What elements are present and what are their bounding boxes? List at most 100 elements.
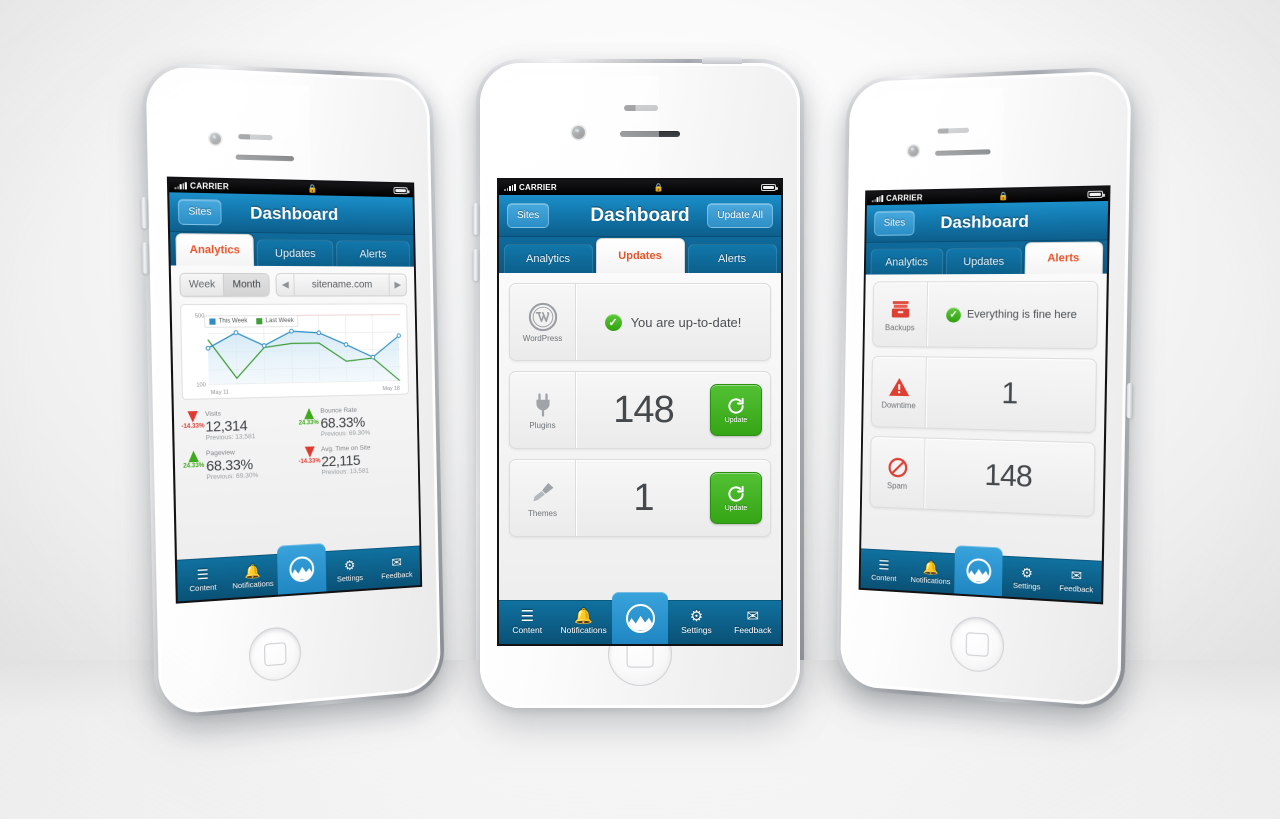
arrow-up-icon <box>188 450 199 462</box>
update-plugins-button[interactable]: Update <box>710 384 762 436</box>
bell-icon: 🔔 <box>244 562 262 579</box>
tabbar-item-settings[interactable]: ⚙ Settings <box>1002 557 1052 600</box>
tabbar-label-settings: Settings <box>1012 580 1041 591</box>
tab-alerts[interactable]: Alerts <box>687 244 777 273</box>
svg-text:May 18: May 18 <box>383 386 400 392</box>
status-bar: CARRIER 🔒 <box>499 180 781 195</box>
tabbar-item-settings[interactable]: ⚙ Settings <box>668 601 724 644</box>
update-themes-button[interactable]: Update <box>710 472 762 524</box>
gear-icon: ⚙ <box>689 608 704 625</box>
metric-change-indicator: 24.33% <box>299 407 319 426</box>
dashboard-drop-icon <box>289 555 315 583</box>
range-month[interactable]: Month <box>224 273 270 296</box>
tabbar-item-feedback[interactable]: ✉ Feedback <box>373 547 420 589</box>
volume-down-button[interactable] <box>141 242 149 274</box>
tab-updates[interactable]: Updates <box>595 238 685 273</box>
metric-pageview[interactable]: 24.33% Pageview 68.33% Previous: 69.30% <box>183 443 300 487</box>
plugins-icon-cell: Plugins <box>510 372 576 448</box>
metric-change-value: -14.33% <box>298 458 321 465</box>
tabbar-item-content[interactable]: ☰ Content <box>177 558 228 602</box>
spam-icon-cell: Spam <box>870 436 926 509</box>
tab-alerts[interactable]: Alerts <box>1024 241 1103 274</box>
dashboard-drop-icon <box>625 603 655 633</box>
analytics-content: Week Month ◀ sitename.com ▶ 500 100 May … <box>170 265 420 560</box>
chevron-right-icon[interactable]: ▶ <box>390 275 407 296</box>
tabbar-item-dashboard[interactable] <box>276 542 327 595</box>
themes-icon-cell: Themes <box>510 460 576 536</box>
chart-legend: This Week Last Week <box>204 314 299 328</box>
tabbar-item-dashboard[interactable] <box>953 545 1003 597</box>
tab-strip: Analytics Updates Alerts <box>170 232 414 267</box>
legend-label-this-week: This Week <box>218 318 248 325</box>
update-button-label: Update <box>724 505 748 512</box>
metric-change-indicator: 24.33% <box>183 450 204 469</box>
tab-alerts[interactable]: Alerts <box>335 240 410 267</box>
update-row-wordpress[interactable]: WordPress ✓ You are up-to-date! <box>509 283 771 361</box>
envelope-icon: ✉ <box>1070 566 1083 583</box>
tabbar-label-feedback: Feedback <box>734 625 772 635</box>
content-icon: ☰ <box>196 565 209 582</box>
metric-change-indicator: -14.33% <box>298 446 321 465</box>
refresh-icon <box>728 397 744 414</box>
updates-content: WordPress ✓ You are up-to-date! Plugins … <box>499 273 781 600</box>
nav-bar: Sites Dashboard <box>866 200 1109 243</box>
alert-row-downtime[interactable]: Downtime 1 <box>870 355 1098 434</box>
tabbar-label-feedback: Feedback <box>381 569 413 581</box>
analytics-controls: Week Month ◀ sitename.com ▶ <box>179 272 407 297</box>
carrier-label: CARRIER <box>518 183 557 192</box>
proximity-sensor <box>238 133 273 141</box>
chevron-left-icon[interactable]: ◀ <box>277 274 294 295</box>
tabbar-item-notifications[interactable]: 🔔 Notifications <box>907 552 955 594</box>
tabbar-item-dashboard[interactable] <box>611 592 669 644</box>
metric-change-indicator: -14.33% <box>181 410 205 430</box>
update-all-button[interactable]: Update All <box>707 203 773 228</box>
volume-up-button[interactable] <box>473 203 479 235</box>
lock-icon: 🔒 <box>653 183 664 192</box>
site-selector[interactable]: ◀ sitename.com ▶ <box>275 273 407 297</box>
carrier-label: CARRIER <box>885 193 923 203</box>
tab-updates[interactable]: Updates <box>946 247 1022 275</box>
range-segmented-control[interactable]: Week Month <box>179 272 271 297</box>
themes-count: 1 <box>633 476 654 519</box>
tabbar-item-feedback[interactable]: ✉ Feedback <box>725 601 781 644</box>
tabbar-label-feedback: Feedback <box>1059 582 1094 594</box>
status-message: Everything is fine here <box>966 308 1078 322</box>
phone-center-updates: CARRIER 🔒 Sites Dashboard Update All Ana… <box>473 57 804 712</box>
tab-analytics[interactable]: Analytics <box>870 248 944 275</box>
tab-updates[interactable]: Updates <box>256 239 334 267</box>
sites-button[interactable]: Sites <box>874 210 916 236</box>
content-icon: ☰ <box>878 556 890 573</box>
metric-bounce-rate[interactable]: 24.33% Bounce Rate 68.33% Previous: 69.3… <box>298 401 409 442</box>
power-button[interactable] <box>702 57 742 64</box>
plugins-count: 148 <box>613 388 674 431</box>
tabbar-item-content[interactable]: ☰ Content <box>860 549 907 590</box>
metric-avg-time-on-site[interactable]: -14.33% Avg. Time on Site 22,115 Previou… <box>298 439 410 481</box>
tabbar-item-notifications[interactable]: 🔔 Notifications <box>555 601 611 644</box>
tabbar-item-settings[interactable]: ⚙ Settings <box>326 549 374 591</box>
alert-row-spam[interactable]: Spam 148 <box>869 435 1096 517</box>
tabbar-label-content: Content <box>189 581 217 593</box>
arrow-down-icon <box>304 446 315 458</box>
volume-up-button[interactable] <box>140 196 148 229</box>
tab-analytics[interactable]: Analytics <box>503 244 593 273</box>
metric-visits[interactable]: -14.33% Visits 12,314 Previous: 13,581 <box>181 404 299 447</box>
tabbar-item-feedback[interactable]: ✉ Feedback <box>1051 559 1102 602</box>
warning-triangle-icon <box>888 377 910 396</box>
wordpress-icon <box>528 302 557 331</box>
side-button[interactable] <box>1126 382 1134 419</box>
tabbar-item-content[interactable]: ☰ Content <box>499 601 555 644</box>
tabbar-item-notifications[interactable]: 🔔 Notifications <box>228 555 278 598</box>
carrier-label: CARRIER <box>189 181 230 192</box>
update-row-themes[interactable]: Themes 1 Update <box>509 459 771 537</box>
sites-button[interactable]: Sites <box>177 198 222 226</box>
volume-down-button[interactable] <box>473 249 479 281</box>
battery-icon <box>393 186 408 195</box>
sites-button[interactable]: Sites <box>507 203 550 228</box>
alert-row-backups[interactable]: Backups ✓ Everything is fine here <box>872 280 1099 350</box>
tab-analytics[interactable]: Analytics <box>174 233 255 266</box>
update-row-plugins[interactable]: Plugins 148 Update <box>509 371 771 449</box>
range-week[interactable]: Week <box>180 273 225 296</box>
check-icon: ✓ <box>604 313 622 331</box>
signal-bars-icon <box>174 182 187 190</box>
